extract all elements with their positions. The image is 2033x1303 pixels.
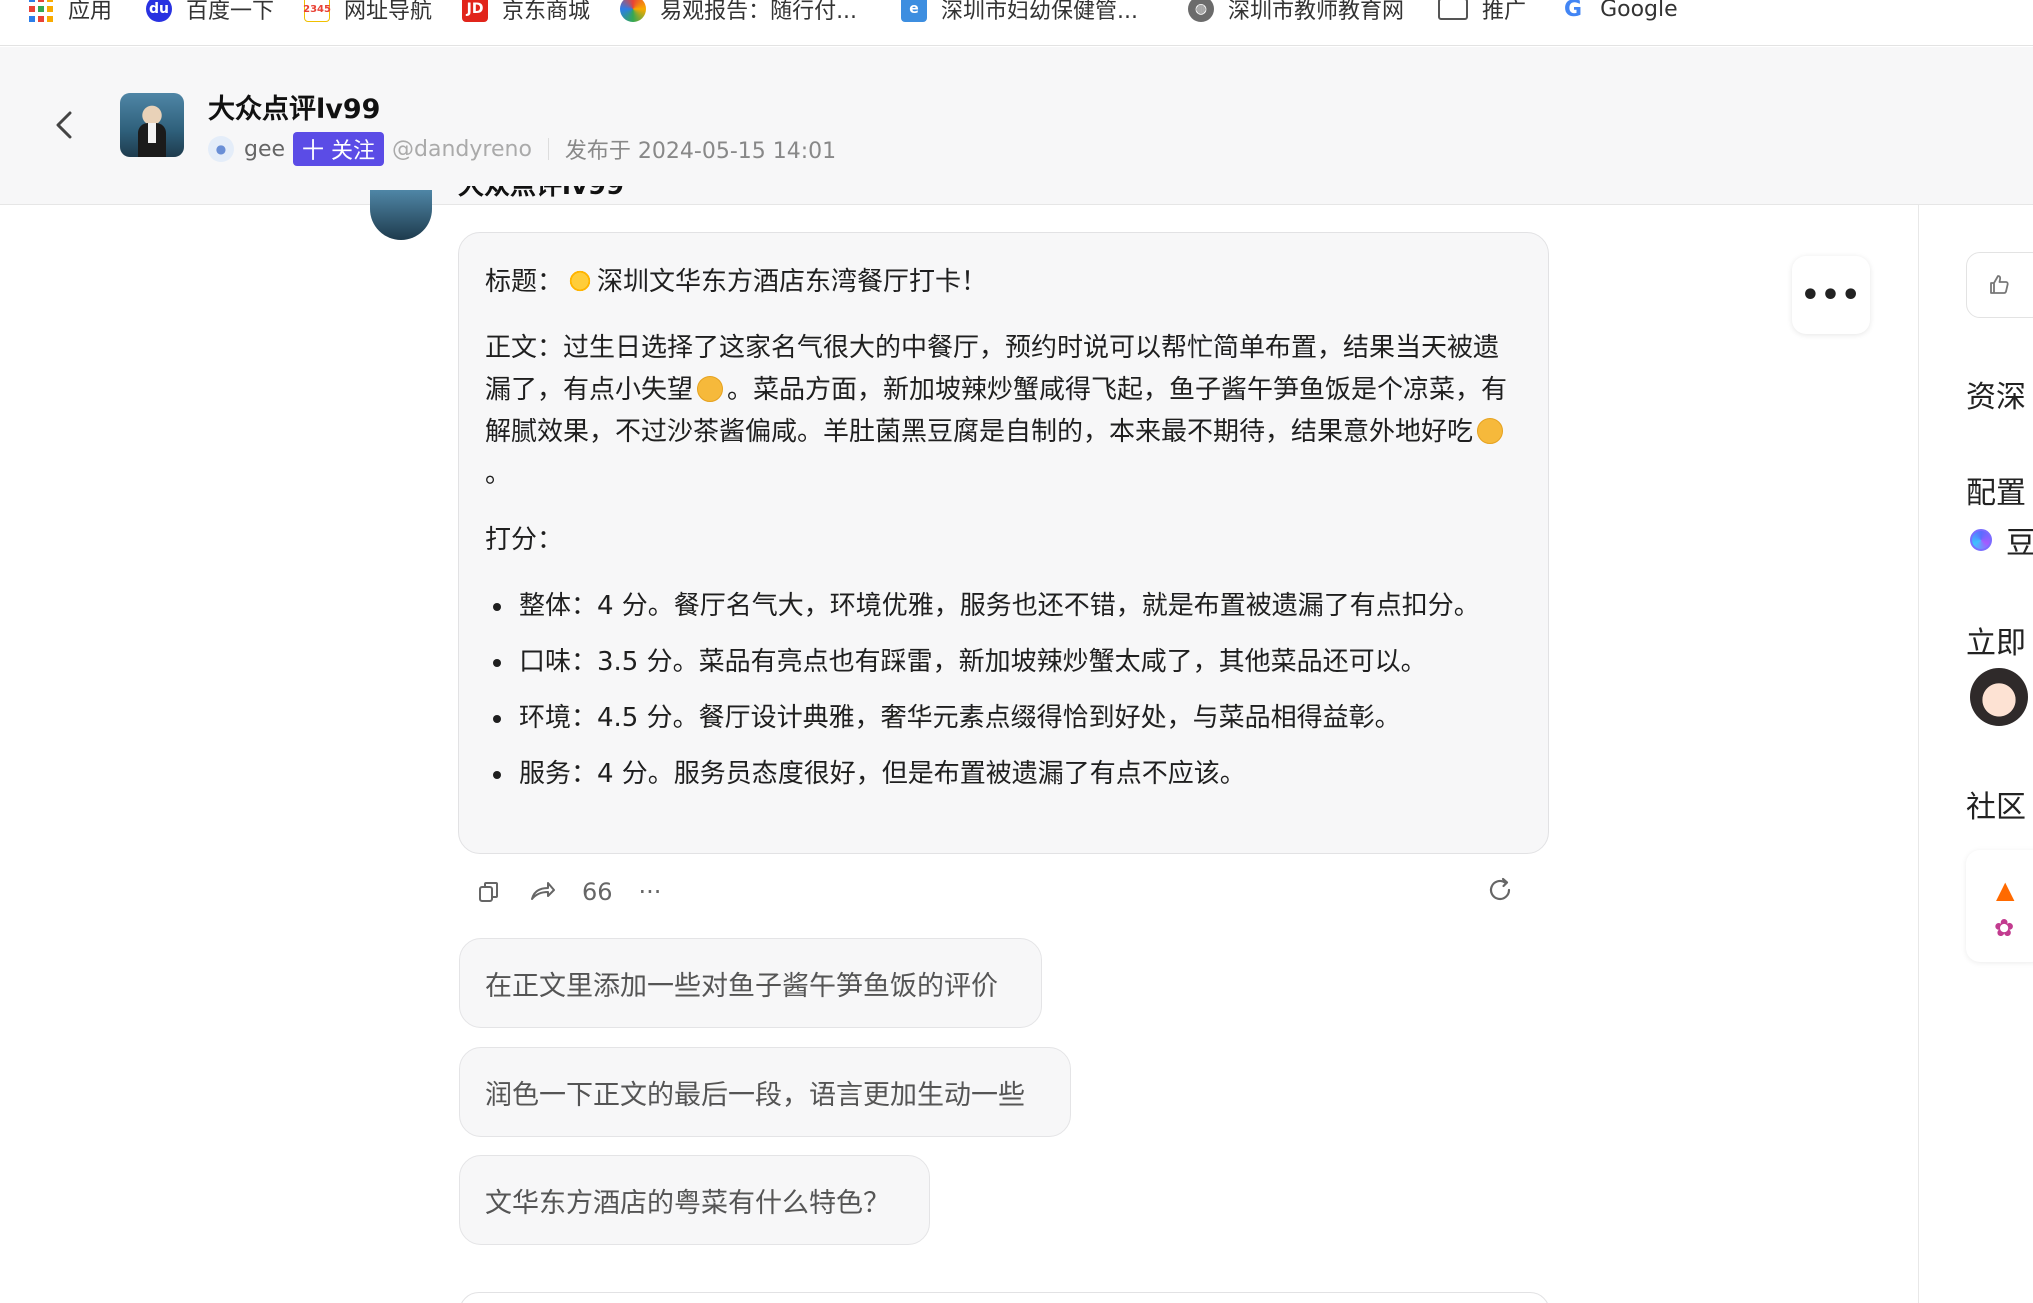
thumbs-up-icon: [1990, 275, 2009, 294]
fire-icon: ▲: [1996, 876, 2015, 904]
panel-heading: 社区: [1966, 790, 2026, 825]
bookmark-label: 京东商城: [502, 0, 591, 24]
list-item: 环境：4.5 分。餐厅设计典雅，奢华元素点缀得恰到好处，与菜品相得益彰。: [485, 697, 1522, 739]
like-button[interactable]: [1966, 252, 2033, 318]
bookmark-analysys[interactable]: 易观报告：随行付...: [620, 0, 857, 24]
sender-avatar[interactable]: [370, 190, 432, 240]
regenerate-button[interactable]: [1486, 876, 1514, 904]
panel-text: 资深: [1966, 380, 2026, 415]
back-button[interactable]: [50, 105, 80, 145]
bookmark-label: Google: [1600, 0, 1678, 22]
panel-heading: 配置: [1966, 476, 2026, 511]
google-g-icon: G: [1564, 0, 1583, 22]
refresh-icon: [1489, 877, 1511, 901]
meta-divider: [547, 138, 549, 160]
doubao-model[interactable]: 豆: [1966, 520, 2033, 561]
bookmark-label: 网址导航: [344, 0, 433, 24]
jd-logo-icon: JD: [462, 0, 489, 22]
bookmark-label: 深圳市教师教育网: [1228, 0, 1405, 24]
more-options-button[interactable]: •••: [1792, 256, 1870, 334]
hospital-site-icon: e: [901, 0, 928, 22]
chat-input-box[interactable]: [459, 1292, 1550, 1303]
message-card: 标题： 深圳文华东方酒店东湾餐厅打卡！ 正文：过生日选择了这家名气很大的中餐厅，预…: [458, 232, 1549, 854]
score-list: 整体：4 分。餐厅名气大，环境优雅，服务也还不错，就是布置被遗漏了有点扣分。 口…: [485, 585, 1522, 795]
yum-face-icon: [1477, 418, 1504, 444]
bookmark-jd[interactable]: JD 京东商城: [462, 0, 590, 24]
share-button[interactable]: [528, 879, 556, 905]
user-handle[interactable]: @dandyreno: [392, 137, 532, 162]
bookmark-label: 百度一下: [186, 0, 275, 24]
bookmark-fuyou[interactable]: e 深圳市妇幼保健管...: [901, 0, 1138, 24]
bookmark-google[interactable]: G Google: [1560, 0, 1678, 22]
bookmark-label: 深圳市妇幼保健管...: [941, 0, 1139, 24]
bookmark-teacher[interactable]: ◍ 深圳市教师教育网: [1188, 0, 1404, 24]
score-heading: 打分：: [485, 525, 564, 555]
flower-icon: ✿: [1994, 914, 2015, 942]
follow-button[interactable]: 十 关注: [293, 132, 385, 166]
page-title: 大众点评lv99: [208, 94, 381, 125]
doubao-logo-icon: [1966, 525, 1996, 555]
baidu-paw-icon: du: [146, 0, 173, 22]
sun-emoji-icon: [567, 268, 594, 294]
doubao-label: 豆: [2006, 526, 2033, 561]
bookmark-label: 易观报告：随行付...: [660, 0, 858, 24]
panel-heading: 立即: [1966, 626, 2026, 661]
author-avatar[interactable]: [120, 93, 184, 157]
community-card[interactable]: ▲ ✿: [1966, 850, 2033, 962]
bookmark-hao2345[interactable]: 2345 网址导航: [303, 0, 432, 24]
publish-date: 发布于 2024-05-15 14:01: [564, 139, 837, 164]
copy-button[interactable]: [476, 879, 502, 905]
user-name[interactable]: gee: [244, 137, 285, 162]
bookmark-label: 应用: [68, 0, 113, 24]
avatar[interactable]: [1970, 668, 2028, 726]
analysys-icon: [620, 0, 647, 22]
post-meta: ● gee 十 关注 @dandyreno 发布于 2024-05-15 14:…: [208, 132, 836, 166]
quote-count[interactable]: 66: [582, 878, 613, 906]
panel-divider: [1918, 205, 1919, 1303]
list-item: 口味：3.5 分。菜品有亮点也有踩雷，新加坡辣炒蟹太咸了，其他菜品还可以。: [485, 641, 1522, 683]
suggestion-chip[interactable]: 文华东方酒店的粤菜有什么特色？: [459, 1155, 930, 1245]
suggestion-chip[interactable]: 在正文里添加一些对鱼子酱午笋鱼饭的评价: [459, 938, 1042, 1028]
list-item: 整体：4 分。餐厅名气大，环境优雅，服务也还不错，就是布置被遗漏了有点扣分。: [485, 585, 1522, 627]
apps-grid-icon: [28, 0, 54, 22]
suggestion-chip[interactable]: 润色一下正文的最后一段，语言更加生动一些: [459, 1047, 1071, 1137]
list-item: 服务：4 分。服务员态度很好，但是布置被遗漏了有点不应该。: [485, 753, 1522, 795]
message-body: 正文：过生日选择了这家名气很大的中餐厅，预约时说可以帮忙简单布置，结果当天被遗漏…: [485, 333, 1508, 489]
bookmarks-bar: 应用 du 百度一下 2345 网址导航 JD 京东商城 易观报告：随行付...…: [0, 0, 2033, 46]
folder-icon: [1438, 0, 1469, 20]
message-actions: 66 ···: [476, 872, 1540, 912]
bookmark-apps[interactable]: 应用: [28, 0, 112, 24]
bookmark-baidu[interactable]: du 百度一下: [146, 0, 274, 24]
bookmark-label: 推广: [1482, 0, 1527, 24]
post-header: 大众点评lv99 ● gee 十 关注 @dandyreno 发布于 2024-…: [0, 47, 2033, 205]
chevron-left-icon: [56, 111, 72, 139]
globe-icon: ◍: [1188, 0, 1215, 22]
user-icon: ●: [208, 136, 234, 162]
bookmark-folder[interactable]: 推广: [1438, 0, 1526, 24]
copy-icon: [479, 882, 498, 902]
share-icon: [531, 882, 555, 900]
disappointed-face-icon: [697, 376, 724, 402]
more-actions-button[interactable]: ···: [639, 878, 662, 906]
hao2345-icon: 2345: [303, 0, 331, 22]
message-title: 标题： 深圳文华东方酒店东湾餐厅打卡！: [485, 267, 988, 297]
sender-name: 大众点评lv99: [458, 186, 625, 201]
